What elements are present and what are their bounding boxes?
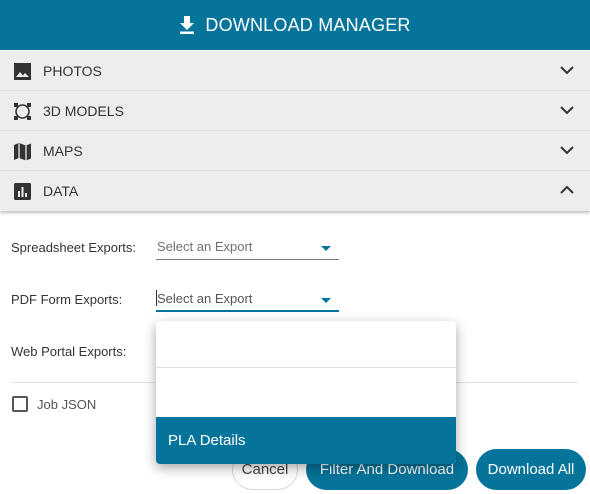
job-json-label: Job JSON (37, 397, 97, 412)
dropdown-option[interactable] (156, 321, 456, 368)
accordion-maps[interactable]: MAPS (0, 131, 590, 171)
accordion-label: MAPS (43, 143, 83, 159)
accordion-label: DATA (43, 183, 79, 199)
accordion-3d-models[interactable]: 3D MODELS (0, 91, 590, 131)
app-header: DOWNLOAD MANAGER (0, 0, 590, 50)
app-title: DOWNLOAD MANAGER (205, 14, 411, 35)
spreadsheet-export-select[interactable]: Select an Export (156, 236, 339, 260)
download-icon (180, 16, 195, 34)
download-all-button[interactable]: Download All (476, 449, 586, 490)
export-dropdown-menu: PLA Details (156, 321, 456, 464)
bar-chart-icon (14, 183, 31, 200)
job-json-checkbox[interactable] (12, 396, 28, 412)
web-portal-exports-label: Web Portal Exports: (11, 344, 127, 359)
caret-down-icon (321, 298, 331, 303)
select-placeholder: Select an Export (157, 239, 253, 254)
pdf-form-exports-label: PDF Form Exports: (11, 292, 123, 307)
chevron-up-icon[interactable] (560, 185, 574, 195)
accordion-photos[interactable]: PHOTOS (0, 51, 590, 91)
map-icon (14, 143, 31, 161)
chevron-down-icon[interactable] (560, 105, 574, 115)
accordion-label: PHOTOS (43, 63, 102, 79)
spreadsheet-exports-label: Spreadsheet Exports: (11, 240, 137, 255)
image-icon (14, 63, 31, 80)
select-placeholder: Select an Export (157, 291, 253, 306)
pdf-form-export-select[interactable]: Select an Export (156, 288, 339, 312)
accordion-label: 3D MODELS (43, 103, 124, 119)
dropdown-option[interactable] (156, 369, 456, 417)
accordion-data[interactable]: DATA (0, 171, 590, 211)
3d-rotate-icon (14, 103, 31, 120)
chevron-down-icon[interactable] (560, 65, 574, 75)
chevron-down-icon[interactable] (560, 145, 574, 155)
caret-down-icon (321, 246, 331, 251)
dropdown-option-label: PLA Details (168, 432, 246, 449)
dropdown-option-pla-details[interactable]: PLA Details (156, 417, 456, 464)
